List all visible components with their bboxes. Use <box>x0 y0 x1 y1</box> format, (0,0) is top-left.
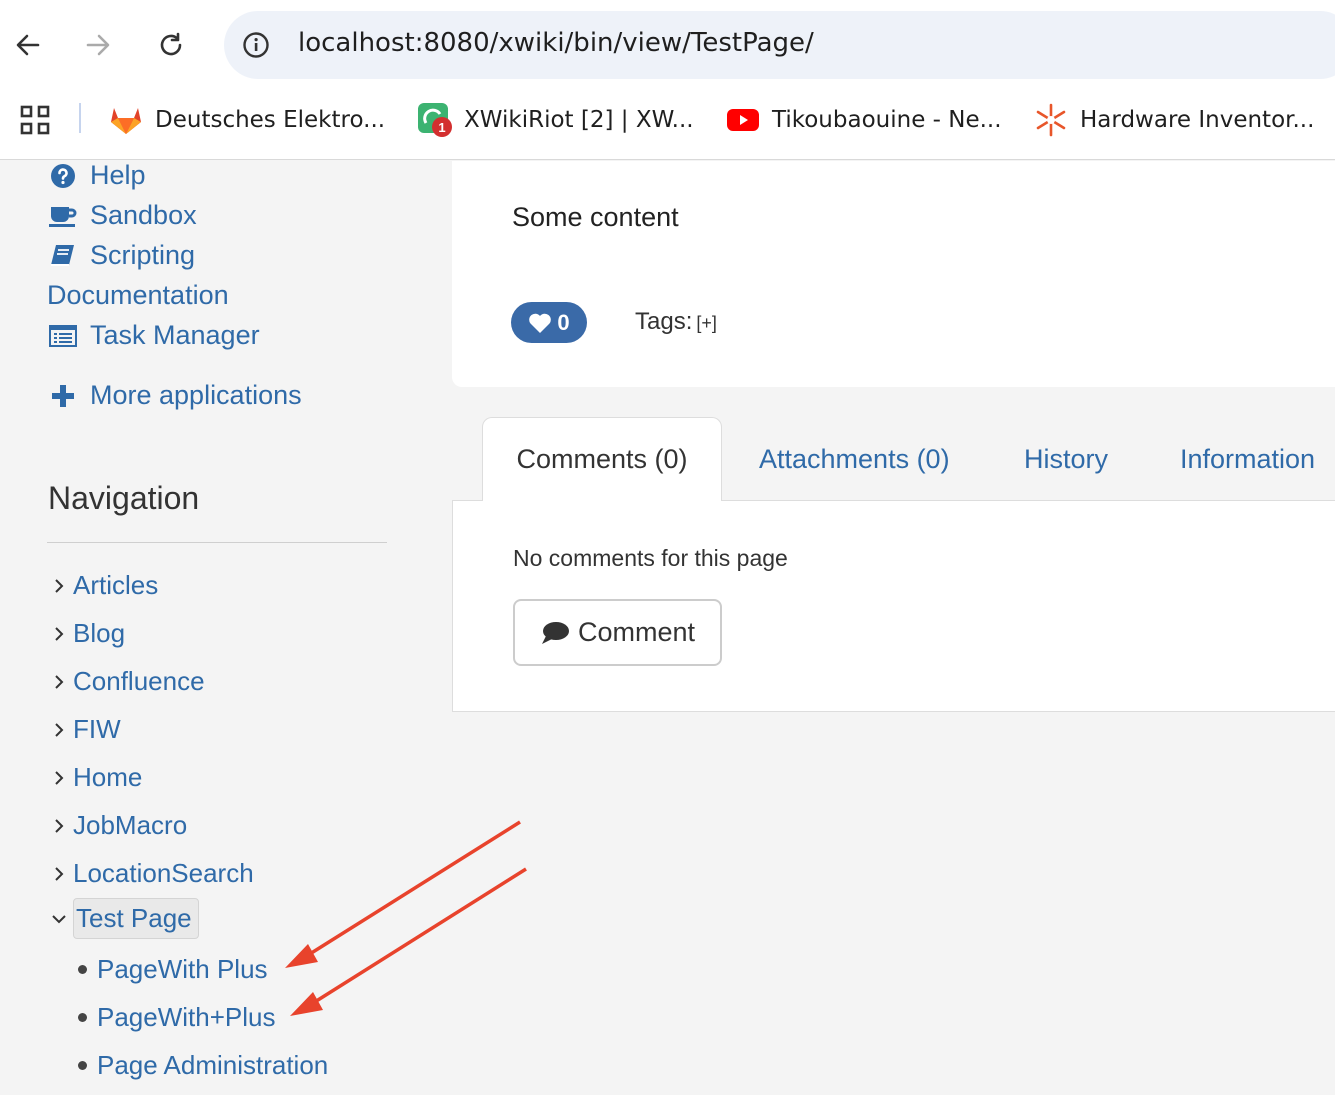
like-count: 0 <box>557 309 570 335</box>
tree-child-pagewith-plus-sign[interactable]: PageWith+Plus <box>78 1002 275 1033</box>
like-button[interactable]: 0 <box>511 302 587 343</box>
address-bar[interactable]: localhost:8080/xwiki/bin/view/TestPage/ <box>224 11 1335 79</box>
tree-child-pagewith-plus[interactable]: PageWith Plus <box>78 954 268 985</box>
forward-button[interactable] <box>78 25 118 65</box>
bookmarks-separator <box>79 103 81 133</box>
annotation-arrow-2 <box>290 867 527 1016</box>
back-button[interactable] <box>8 25 48 65</box>
bullet <box>78 965 87 974</box>
comment-icon <box>541 621 569 644</box>
add-tag-link[interactable]: [+] <box>696 313 717 333</box>
plus-icon <box>48 384 78 408</box>
tree-item-articles[interactable]: Articles <box>48 570 158 601</box>
tree-item-home[interactable]: Home <box>48 762 142 793</box>
site-info-icon[interactable] <box>242 31 270 64</box>
tree-item-test-page[interactable]: Test Page <box>48 898 199 939</box>
bookmark-youtube[interactable]: Tikoubaouine - Ne... <box>726 103 1002 137</box>
reload-icon <box>160 32 182 56</box>
heart-icon <box>529 313 552 333</box>
coffee-icon <box>48 204 78 228</box>
navigation-divider <box>47 542 387 543</box>
list-icon <box>48 324 78 347</box>
comment-button[interactable]: Comment <box>513 599 722 666</box>
bookmarks-bar: Deutsches Elektro... 1 XWikiRiot [2] | X… <box>0 95 1335 145</box>
forward-arrow-icon <box>86 34 110 56</box>
tree-item-confluence[interactable]: Confluence <box>48 666 205 697</box>
bullet <box>78 1013 87 1022</box>
tree-item-fiw[interactable]: FIW <box>48 714 121 745</box>
bullet <box>78 1061 87 1070</box>
question-circle-icon <box>48 163 78 189</box>
chevron-right-icon[interactable] <box>48 577 70 595</box>
reload-button[interactable] <box>151 25 191 65</box>
tree-item-jobmacro[interactable]: JobMacro <box>48 810 187 841</box>
back-arrow-icon <box>16 34 40 56</box>
notification-badge: 1 <box>432 117 452 137</box>
tab-comments[interactable]: Comments (0) <box>482 417 722 501</box>
bookmark-xwikiriot[interactable]: 1 XWikiRiot [2] | XW... <box>418 103 694 137</box>
no-comments-text: No comments for this page <box>513 545 788 571</box>
tree-child-page-administration[interactable]: Page Administration <box>78 1050 328 1081</box>
tab-history[interactable]: History <box>1024 418 1108 500</box>
bookmark-hardware-inventory[interactable]: Hardware Inventor... <box>1034 103 1314 137</box>
tab-information[interactable]: Information <box>1180 418 1315 500</box>
navigation-title: Navigation <box>48 480 200 516</box>
tags-label: Tags: <box>635 308 693 335</box>
content-card <box>452 161 1335 387</box>
youtube-icon <box>727 109 759 131</box>
url-text: localhost:8080/xwiki/bin/view/TestPage/ <box>298 28 814 58</box>
tree-item-blog[interactable]: Blog <box>48 618 125 649</box>
snowflake-icon <box>1036 103 1066 137</box>
chevron-down-icon[interactable] <box>48 913 70 925</box>
more-applications-link[interactable]: More applications <box>48 380 302 411</box>
sidebar-app-documentation[interactable]: Documentation <box>47 280 229 311</box>
chevron-right-icon[interactable] <box>48 865 70 883</box>
tree-item-locationsearch[interactable]: LocationSearch <box>48 858 254 889</box>
bookmark-gitlab[interactable]: Deutsches Elektro... <box>109 103 385 137</box>
chevron-right-icon[interactable] <box>48 817 70 835</box>
sidebar-app-task-manager[interactable]: Task Manager <box>48 320 260 351</box>
sidebar-app-scripting[interactable]: Scripting <box>48 240 195 271</box>
book-icon <box>48 243 78 269</box>
apps-grid-icon[interactable] <box>20 105 50 140</box>
chevron-right-icon[interactable] <box>48 769 70 787</box>
sidebar-app-help[interactable]: Help <box>48 160 146 191</box>
page-content: Some content <box>512 202 679 232</box>
gitlab-icon <box>111 108 141 134</box>
chevron-right-icon[interactable] <box>48 625 70 643</box>
annotation-arrow-1 <box>285 820 521 968</box>
chevron-right-icon[interactable] <box>48 721 70 739</box>
tab-attachments[interactable]: Attachments (0) <box>759 418 950 500</box>
tags: Tags: [+] <box>635 308 717 336</box>
riot-icon: 1 <box>418 103 452 137</box>
sidebar-app-sandbox[interactable]: Sandbox <box>48 200 197 231</box>
chevron-right-icon[interactable] <box>48 673 70 691</box>
browser-chrome: localhost:8080/xwiki/bin/view/TestPage/ … <box>0 0 1335 160</box>
